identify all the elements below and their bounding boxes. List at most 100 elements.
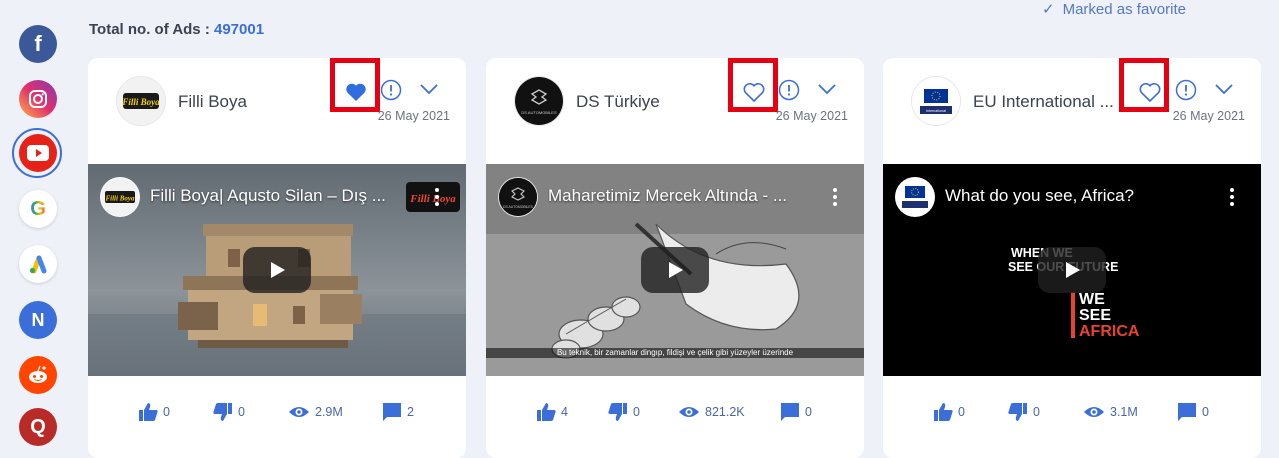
video-thumbnail[interactable]: WHEN WE SEE OUR FUTURE WE SEE AFRICA Wha… [883, 164, 1261, 376]
video-title[interactable]: Filli Boya| Aqusto Silan – Dış ... [150, 186, 400, 206]
svg-text:Filli Boya: Filli Boya [121, 97, 160, 107]
ad-card[interactable]: Filli Boya Filli Boya 26 May 2021 Filli … [88, 58, 466, 458]
video-thumbnail[interactable]: DS AUTOMOBILES Maharetimiz Mercek Altınd… [486, 164, 864, 376]
quora-icon[interactable]: Q [19, 408, 57, 446]
svg-text:DS AUTOMOBILES: DS AUTOMOBILES [503, 205, 534, 209]
thumbs-up-icon [537, 403, 556, 421]
chevron-down-icon[interactable] [817, 82, 837, 96]
thumbs-up-icon [934, 403, 953, 421]
check-icon: ✓ [1042, 1, 1055, 18]
red-bar [1071, 292, 1075, 338]
dislikes-count: 0 [1033, 405, 1040, 419]
thumbs-down-icon [608, 403, 627, 421]
likes-stat: 4 [536, 400, 568, 424]
svg-text:DS AUTOMOBILES: DS AUTOMOBILES [521, 110, 557, 115]
play-button[interactable] [1038, 247, 1106, 293]
dislikes-count: 0 [238, 405, 245, 419]
dislikes-stat: 0 [213, 400, 245, 424]
ad-card[interactable]: International EU International ... 26 Ma… [883, 58, 1261, 458]
likes-count: 0 [163, 405, 170, 419]
video-thumbnail[interactable]: Filli Boya Filli Boya Filli Boya| Aqusto… [88, 164, 466, 376]
play-icon [669, 262, 683, 278]
overlay-words: WE SEE AFRICA [1079, 292, 1139, 340]
comments-stat: 2 [382, 400, 414, 424]
thumbs-down-icon [1008, 403, 1027, 421]
comment-icon [1178, 403, 1196, 421]
channel-logo[interactable]: Filli Boya [100, 177, 140, 217]
ad-date: 26 May 2021 [1172, 109, 1245, 123]
views-stat: 821.2K [678, 400, 745, 424]
total-ads-label: Total no. of Ads : 497001 [89, 21, 264, 38]
ad-date: 26 May 2021 [775, 109, 848, 123]
ad-stats: 0 0 2.9M 2 [88, 400, 466, 424]
heart-filled-icon[interactable] [344, 80, 368, 104]
ad-stats: 0 0 3.1M 0 [883, 400, 1261, 424]
heart-outline-icon[interactable] [1138, 80, 1162, 104]
svg-text:Filli Boya: Filli Boya [409, 193, 456, 205]
comments-stat: 0 [780, 400, 812, 424]
advertiser-avatar: DS AUTOMOBILES [515, 77, 563, 125]
google-icon[interactable]: G [19, 190, 57, 228]
eye-icon [1084, 407, 1104, 417]
views-count: 821.2K [705, 405, 745, 419]
chevron-down-icon[interactable] [419, 82, 439, 96]
native-icon[interactable]: N [19, 301, 57, 339]
likes-count: 4 [561, 405, 568, 419]
ad-card[interactable]: DS AUTOMOBILES DS Türkiye 26 May 2021 DS… [486, 58, 864, 458]
dislikes-stat: 0 [608, 400, 640, 424]
network-sidebar: f G N Q [0, 0, 76, 446]
play-icon [1066, 262, 1080, 278]
info-icon[interactable] [778, 79, 800, 101]
views-count: 2.9M [315, 405, 343, 419]
channel-logo[interactable]: DS AUTOMOBILES [498, 177, 538, 217]
dislikes-count: 0 [633, 405, 640, 419]
more-vert-icon[interactable] [434, 186, 440, 208]
play-button[interactable] [243, 247, 311, 293]
comments-count: 0 [805, 405, 812, 419]
play-icon [271, 262, 285, 278]
video-subtitle: Bu teknik, bir zamanlar dingıp, fildişi … [486, 348, 864, 358]
thumbs-up-icon [139, 403, 158, 421]
comment-icon [383, 403, 401, 421]
video-title[interactable]: What do you see, Africa? [945, 186, 1195, 206]
chevron-down-icon[interactable] [1214, 82, 1234, 96]
likes-count: 0 [958, 405, 965, 419]
info-icon[interactable] [1175, 79, 1197, 101]
comments-stat: 0 [1177, 400, 1209, 424]
dislikes-stat: 0 [1008, 400, 1040, 424]
eye-icon [289, 407, 309, 417]
ad-date: 26 May 2021 [377, 109, 450, 123]
thumbs-down-icon [213, 403, 232, 421]
advertiser-avatar: International [912, 77, 960, 125]
overlay-line: WE [1079, 291, 1105, 308]
more-vert-icon[interactable] [832, 186, 838, 208]
info-icon[interactable] [380, 79, 402, 101]
overlay-line: SEE [1079, 307, 1112, 324]
youtube-icon[interactable] [19, 134, 57, 172]
instagram-icon[interactable] [19, 80, 57, 118]
heart-outline-icon[interactable] [742, 80, 766, 104]
advertiser-avatar: Filli Boya [117, 77, 165, 125]
eye-icon [679, 407, 699, 417]
advertiser-name[interactable]: Filli Boya [178, 92, 348, 112]
views-stat: 3.1M [1083, 400, 1138, 424]
views-stat: 2.9M [288, 400, 343, 424]
advertiser-name[interactable]: DS Türkiye [576, 92, 746, 112]
marked-as-favorite-filter[interactable]: ✓ Marked as favorite [1042, 0, 1186, 18]
facebook-icon[interactable]: f [19, 25, 57, 63]
total-ads-text: Total no. of Ads : [89, 21, 210, 38]
play-button[interactable] [641, 247, 709, 293]
video-title[interactable]: Maharetimiz Mercek Altında - ... [548, 186, 798, 206]
comments-count: 0 [1202, 405, 1209, 419]
channel-logo[interactable] [895, 177, 935, 217]
more-vert-icon[interactable] [1229, 186, 1235, 208]
views-count: 3.1M [1110, 405, 1138, 419]
likes-stat: 0 [138, 400, 170, 424]
overlay-line: AFRICA [1079, 323, 1140, 340]
reddit-icon[interactable] [19, 356, 57, 394]
svg-text:Filli Boya: Filli Boya [106, 195, 135, 203]
google-ads-icon[interactable] [19, 245, 57, 283]
svg-text:International: International [926, 109, 946, 113]
advertiser-name[interactable]: EU International ... [973, 92, 1143, 112]
comment-icon [781, 403, 799, 421]
